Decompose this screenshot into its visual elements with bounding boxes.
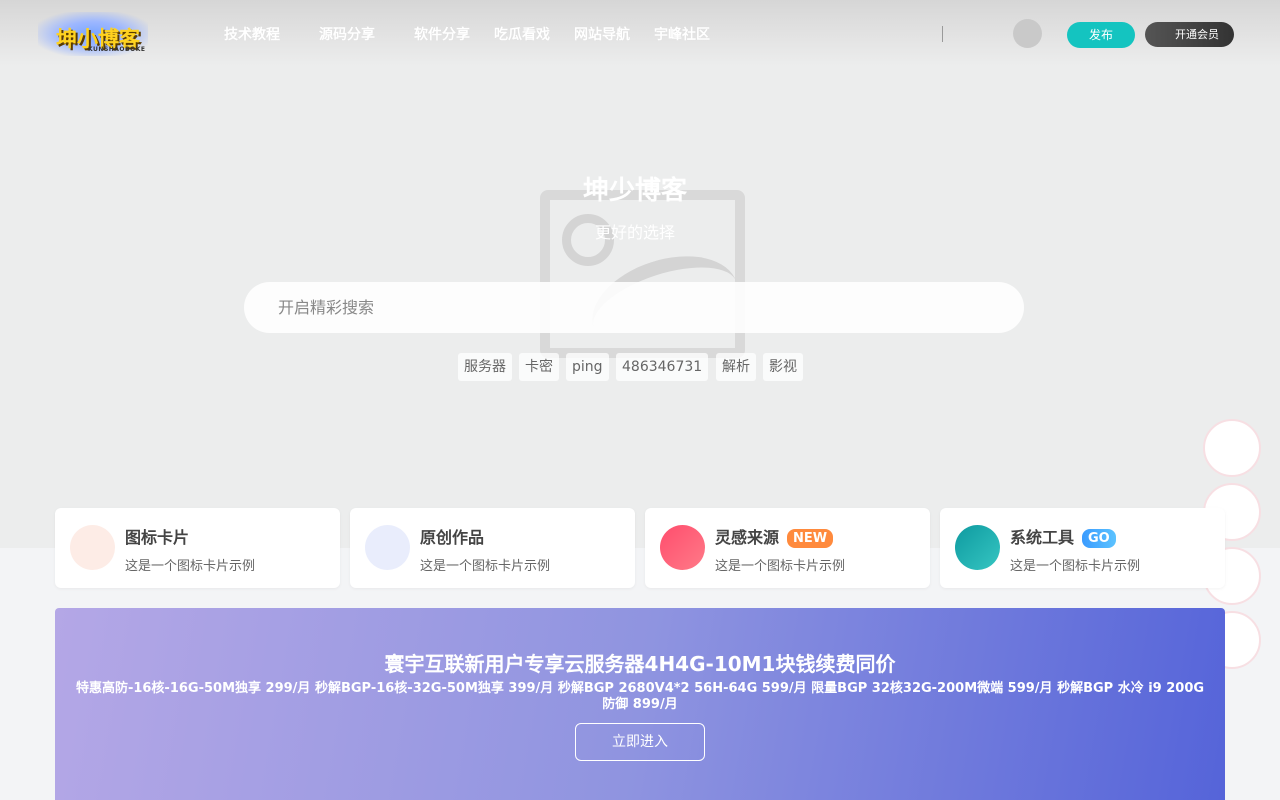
card-title: 灵感来源 NEW [715,524,834,548]
icon-card-3[interactable]: 灵感来源 NEW 这是一个图标卡片示例 [645,508,930,588]
promo-banner: 寰宇互联新用户专享云服务器4H4G-10M1块钱续费同价 特惠高防-16核-16… [55,608,1225,800]
nav-item-source-code[interactable]: 源码分享 [319,24,375,44]
logo-subtext: KUNSHAOBOKE [88,46,146,53]
vip-button[interactable]: 开通会员 [1145,22,1234,47]
search-icon[interactable] [1013,19,1042,48]
nav-item-community[interactable]: 宇峰社区 [654,24,710,44]
card-icon [70,525,115,570]
search-tag[interactable]: 影视 [763,353,803,381]
banner-title: 寰宇互联新用户专享云服务器4H4G-10M1块钱续费同价 [384,652,896,676]
card-description: 这是一个图标卡片示例 [420,559,551,574]
header-divider [942,26,943,42]
top-header: 坤小博客 KUNSHAOBOKE 技术教程 源码分享 软件分享 吃瓜看戏 网站导… [0,0,1280,66]
search-tag[interactable]: 486346731 [616,353,709,381]
search-tag[interactable]: 解析 [716,353,756,381]
search-tag[interactable]: ping [566,353,609,381]
float-button-1[interactable] [1203,419,1261,477]
icon-card-1[interactable]: 图标卡片 这是一个图标卡片示例 [55,508,340,588]
search-tag[interactable]: 卡密 [519,353,559,381]
nav-item-software[interactable]: 软件分享 [414,24,470,44]
hero-section [0,0,1280,548]
card-icon [660,525,705,570]
hero-search-input[interactable] [278,282,978,333]
nav-item-tutorials[interactable]: 技术教程 [224,24,280,44]
publish-button[interactable]: 发布 [1067,22,1135,48]
new-badge: NEW [787,529,834,548]
tools-icon [955,525,1000,570]
nav-item-site-nav[interactable]: 网站导航 [574,24,630,44]
site-title: 坤少博客 [582,176,687,206]
card-description: 这是一个图标卡片示例 [715,559,846,574]
card-icon [365,525,410,570]
card-description: 这是一个图标卡片示例 [125,559,256,574]
card-title: 原创作品 [420,528,485,547]
banner-description: 特惠高防-16核-16G-50M独享 299/月 秒解BGP-16核-32G-5… [75,681,1205,712]
search-tag[interactable]: 服务器 [458,353,512,381]
nav-item-gossip[interactable]: 吃瓜看戏 [494,24,550,44]
site-logo[interactable]: 坤小博客 KUNSHAOBOKE [38,12,148,56]
go-badge: GO [1082,529,1116,548]
hero-search-box [244,282,1024,333]
icon-card-4[interactable]: 系统工具 GO 这是一个图标卡片示例 [940,508,1225,588]
card-description: 这是一个图标卡片示例 [1010,559,1141,574]
card-title: 系统工具 GO [1010,524,1116,548]
banner-enter-button[interactable]: 立即进入 [575,723,705,761]
icon-card-2[interactable]: 原创作品 这是一个图标卡片示例 [350,508,635,588]
card-title: 图标卡片 [125,528,190,547]
site-subtitle: 更好的选择 [594,223,675,242]
